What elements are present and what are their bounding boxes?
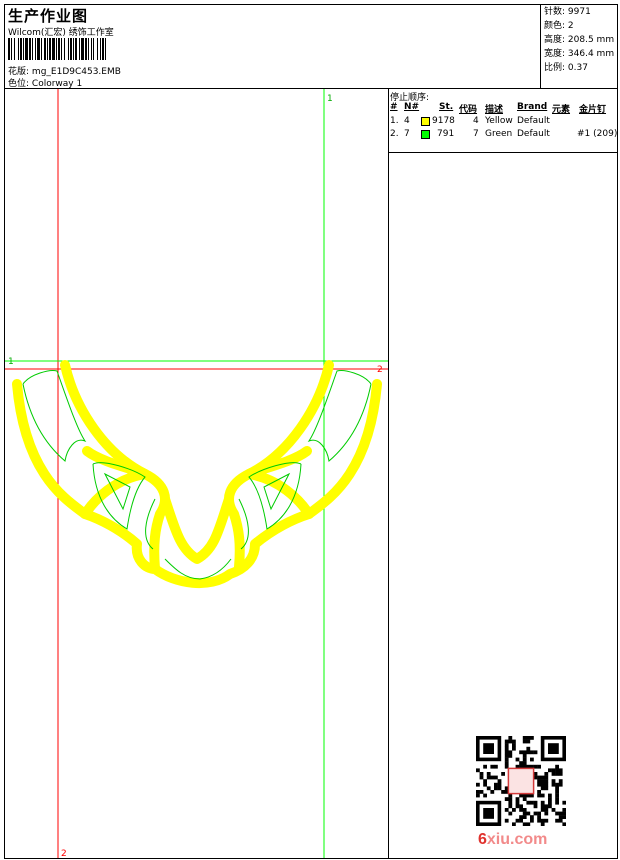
guide-label-red-bottom: 2 — [61, 849, 67, 858]
yellow-embroidery — [12, 360, 382, 589]
production-worksheet: 生产作业图 Wilcom(汇宏) 绣饰工作室 花版: mg_E1D9C453.E… — [4, 4, 618, 859]
stat-stitches: 针数: 9971 — [544, 7, 591, 17]
colorway-value: Colorway 1 — [31, 79, 83, 89]
color-swatch-green — [421, 130, 430, 139]
design-stats: 针数: 9971 颜色: 2 高度: 208.5 mm 宽度: 346.4 mm… — [541, 5, 617, 89]
col-num: # — [390, 102, 398, 112]
col-brand: Brand — [517, 102, 548, 112]
colorway-label: 色位: — [8, 79, 30, 89]
stop-sequence-table: 停止顺序: # N# St. 代码 描述 Brand 元素 金片钉 1. 4 9… — [389, 89, 617, 153]
stat-width: 宽度: 346.4 mm — [544, 49, 615, 59]
color-swatch-yellow — [421, 117, 430, 126]
col-sequin: 金片钉 — [579, 105, 607, 115]
barcode — [8, 38, 186, 60]
stat-height: 高度: 208.5 mm — [544, 35, 615, 45]
guide-label-green-left: 1 — [8, 357, 14, 367]
page-title: 生产作业图 — [8, 7, 89, 25]
col-needle: N# — [404, 102, 420, 112]
design-canvas: 1 1 2 2 — [5, 89, 388, 858]
worksheet-header: 生产作业图 Wilcom(汇宏) 绣饰工作室 花版: mg_E1D9C453.E… — [5, 5, 541, 89]
colorway-row: 色位: Colorway 1 — [8, 76, 82, 89]
design-preview: 1 1 2 2 — [5, 89, 389, 858]
site-watermark: 6xiu.com — [478, 831, 548, 848]
guide-label-green-top: 1 — [327, 94, 333, 104]
qr-code-icon — [476, 736, 566, 826]
company-name: Wilcom(汇宏) 绣饰工作室 — [8, 28, 114, 38]
col-element: 元素 — [552, 105, 571, 115]
col-desc: 描述 — [485, 105, 504, 115]
col-code: 代码 — [459, 105, 478, 115]
guide-label-red-right: 2 — [377, 365, 383, 375]
stat-colors: 颜色: 2 — [544, 21, 574, 31]
stat-scale: 比例: 0.37 — [544, 63, 588, 73]
col-stitches: St. — [439, 102, 454, 112]
